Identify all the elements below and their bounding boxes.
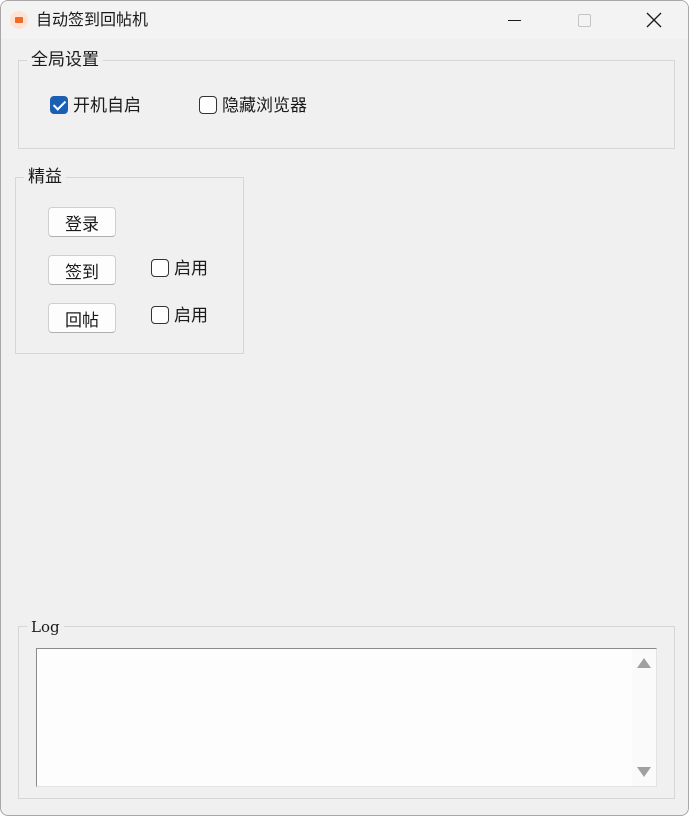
log-textarea[interactable] — [36, 648, 657, 787]
hide-browser-checkbox[interactable] — [199, 96, 217, 114]
close-icon — [646, 12, 662, 28]
close-button[interactable] — [619, 1, 688, 39]
signin-button[interactable]: 签到 — [48, 255, 116, 285]
reply-button[interactable]: 回帖 — [48, 303, 116, 333]
log-legend: Log — [27, 616, 64, 638]
minimize-button[interactable] — [479, 1, 549, 39]
autostart-label[interactable]: 开机自启 — [73, 95, 141, 117]
title-bar[interactable]: 自动签到回帖机 — [1, 1, 688, 39]
login-button[interactable]: 登录 — [48, 207, 116, 237]
app-icon — [10, 11, 28, 29]
autostart-checkbox[interactable] — [50, 96, 68, 114]
log-scrollbar[interactable] — [632, 649, 656, 786]
minimize-icon — [507, 19, 521, 21]
maximize-icon — [577, 13, 591, 27]
main-window: 自动签到回帖机 全局设置 开机自启 隐藏浏览器 精益 登录 签到 启用 回帖 启… — [0, 0, 689, 816]
signin-enable-checkbox[interactable] — [151, 259, 169, 277]
maximize-button[interactable] — [549, 1, 619, 39]
hide-browser-label[interactable]: 隐藏浏览器 — [222, 95, 307, 117]
reply-enable-checkbox[interactable] — [151, 306, 169, 324]
global-settings-legend: 全局设置 — [27, 49, 103, 71]
scroll-up-arrow-icon[interactable] — [637, 658, 651, 668]
jingyi-legend: 精益 — [24, 166, 66, 188]
reply-enable-label[interactable]: 启用 — [174, 305, 208, 327]
signin-enable-label[interactable]: 启用 — [174, 258, 208, 280]
window-title: 自动签到回帖机 — [36, 10, 149, 29]
scroll-down-arrow-icon[interactable] — [637, 767, 651, 777]
